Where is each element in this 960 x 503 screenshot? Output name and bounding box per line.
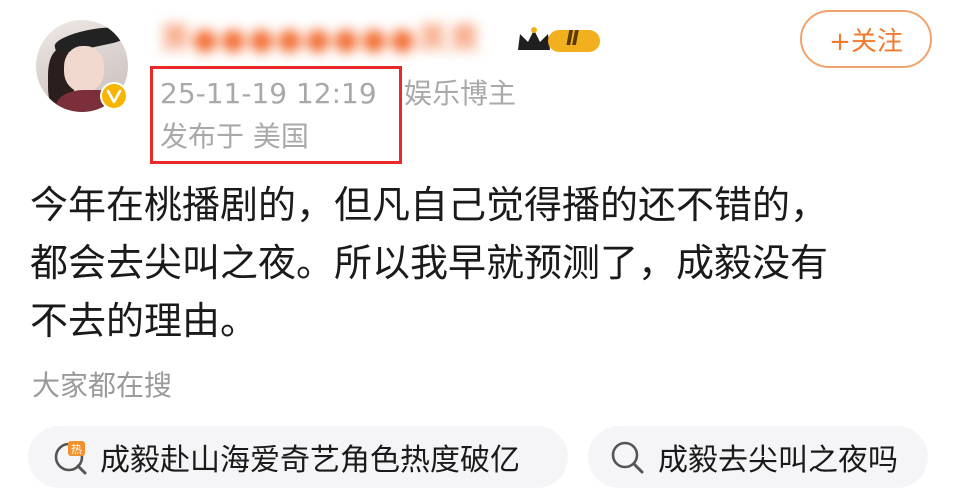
search-suggestion-label: 成毅去尖叫之夜吗	[658, 443, 898, 478]
svg-text:热: 热	[71, 443, 82, 456]
post-line: 不去的理由。	[30, 299, 259, 343]
verified-badge-icon	[100, 82, 128, 110]
search-suggestion[interactable]: 成毅去尖叫之夜吗	[588, 426, 928, 488]
post-line: 都会去尖叫之夜。所以我早就预测了，成毅没有	[30, 241, 829, 285]
search-icon	[611, 441, 644, 474]
search-heading: 大家都在搜	[32, 369, 173, 402]
v-check-icon	[106, 89, 122, 104]
post-line: 今年在桃播剧的，但凡自己觉得播的还不错的，	[30, 183, 829, 227]
hot-search-icon: 热	[54, 441, 87, 475]
search-suggestion-label: 成毅赴山海爱奇艺角色热度破亿	[100, 443, 520, 478]
rank-level: Ⅱ	[566, 26, 580, 50]
username[interactable]: 萧●●●●●●●●黑黄	[160, 22, 510, 58]
search-suggestion-hot[interactable]: 热 成毅赴山海爱奇艺角色热度破亿	[28, 426, 568, 488]
rank-badge: Ⅱ	[514, 24, 604, 56]
follow-button-label: +关注	[829, 26, 903, 57]
user-tag: 娱乐博主	[404, 77, 517, 110]
follow-button[interactable]: +关注	[800, 10, 932, 68]
post-time: 25-11-19 12:19	[160, 77, 377, 110]
avatar-face	[64, 46, 104, 92]
post-body: 今年在桃播剧的，但凡自己觉得播的还不错的， 都会去尖叫之夜。所以我早就预测了，成…	[30, 176, 935, 350]
crown-icon	[518, 27, 600, 52]
post-location: 发布于 美国	[160, 120, 309, 153]
